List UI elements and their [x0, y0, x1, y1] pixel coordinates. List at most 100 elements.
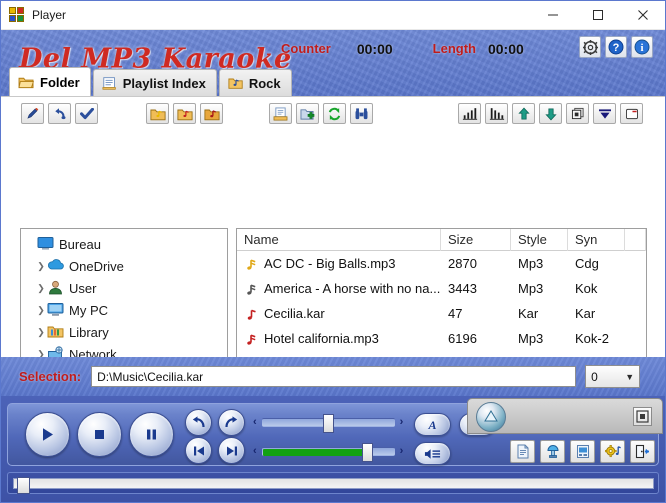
- duplicate-button[interactable]: [566, 103, 589, 124]
- user-icon: [47, 280, 65, 296]
- rewind-button[interactable]: [185, 409, 212, 436]
- file-name-cell: Hotel california.mp3: [237, 326, 441, 351]
- previous-track-button[interactable]: [185, 437, 212, 464]
- folder-music-2-button[interactable]: [173, 103, 196, 124]
- column-header-style[interactable]: Style: [511, 229, 568, 251]
- tree-node-onedrive[interactable]: ❯ OneDrive: [21, 255, 227, 277]
- file-name-cell: AC DC - Big Balls.mp3: [237, 251, 441, 276]
- move-down-button[interactable]: [539, 103, 562, 124]
- confirm-button[interactable]: [75, 103, 98, 124]
- file-end-cell: [625, 251, 646, 276]
- selection-input[interactable]: [91, 366, 577, 387]
- document-button[interactable]: [510, 440, 535, 463]
- tab-playlist-index[interactable]: Playlist Index: [92, 69, 217, 96]
- open-playlist-button[interactable]: [269, 103, 292, 124]
- visualizer-button[interactable]: [476, 402, 506, 432]
- play-button[interactable]: [25, 412, 70, 457]
- tree-node-my-pc[interactable]: ❯ My PC: [21, 299, 227, 321]
- table-row[interactable]: AC DC - Big Balls.mp3 2870 Mp3 Cdg: [237, 251, 646, 276]
- stop-icon: [95, 430, 104, 439]
- expand-arrow-icon[interactable]: ❯: [35, 305, 47, 316]
- sort-descending-button[interactable]: [485, 103, 508, 124]
- table-row[interactable]: America - A horse with no na... 3443 Mp3…: [237, 276, 646, 301]
- volume-slider[interactable]: [261, 442, 395, 462]
- balance-slider-thumb[interactable]: [322, 413, 334, 433]
- volume-slider-thumb[interactable]: [361, 442, 373, 462]
- tree-node-label: OneDrive: [69, 258, 124, 274]
- track-progress-thumb[interactable]: [17, 477, 30, 494]
- track-progress-slider[interactable]: [13, 477, 654, 494]
- tree-node-label: Library: [69, 324, 109, 340]
- folder-music-3-button[interactable]: [200, 103, 223, 124]
- column-header-syn[interactable]: Syn: [568, 229, 625, 251]
- next-track-button[interactable]: [218, 437, 245, 464]
- triangle-down-icon: [598, 108, 611, 119]
- add-to-playlist-button[interactable]: [296, 103, 319, 124]
- file-name-text: Hotel california.mp3: [264, 331, 379, 346]
- balance-right-icon[interactable]: ›: [400, 416, 404, 428]
- close-button[interactable]: [620, 1, 665, 30]
- balance-left-icon[interactable]: ‹: [253, 416, 257, 428]
- letter-a-icon: A: [427, 418, 436, 431]
- info-button[interactable]: i: [631, 36, 653, 58]
- options-button[interactable]: [600, 440, 625, 463]
- edit-path-button[interactable]: [21, 103, 44, 124]
- volume-down-icon[interactable]: ‹: [253, 445, 257, 457]
- help-button[interactable]: ?: [605, 36, 627, 58]
- column-header-name[interactable]: Name: [237, 229, 441, 251]
- stop-button[interactable]: [77, 412, 122, 457]
- column-header-empty[interactable]: [625, 229, 646, 251]
- search-button[interactable]: [350, 103, 373, 124]
- column-header-size[interactable]: Size: [441, 229, 511, 251]
- folder-music-1-button[interactable]: [146, 103, 169, 124]
- file-name-text: AC DC - Big Balls.mp3: [264, 256, 396, 271]
- info-icon: i: [634, 39, 650, 55]
- settings-button[interactable]: [579, 36, 601, 58]
- tree-node-library[interactable]: ❯ Library: [21, 321, 227, 343]
- volume-up-icon[interactable]: ›: [400, 445, 404, 457]
- tab-rock[interactable]: Rock: [218, 69, 292, 96]
- counter-label: Counter: [281, 41, 331, 56]
- exit-button[interactable]: [630, 440, 655, 463]
- minimize-button[interactable]: [530, 1, 575, 30]
- tree-node-bureau[interactable]: Bureau: [21, 233, 227, 255]
- length-value: 00:00: [487, 40, 524, 57]
- refresh-tree-button[interactable]: [48, 103, 71, 124]
- table-row[interactable]: Cecilia.kar 47 Kar Kar: [237, 301, 646, 326]
- balance-slider[interactable]: [261, 413, 395, 433]
- lyrics-font-button[interactable]: A: [414, 413, 451, 436]
- move-up-button[interactable]: [512, 103, 535, 124]
- expand-arrow-icon[interactable]: ❯: [35, 327, 47, 338]
- fast-forward-button[interactable]: [218, 409, 245, 436]
- lamp-button[interactable]: [540, 440, 565, 463]
- track-progress-bar[interactable]: [7, 472, 659, 494]
- audio-output-button[interactable]: [414, 442, 451, 465]
- tree-node-user[interactable]: ❯ User: [21, 277, 227, 299]
- music-note-icon: [244, 281, 260, 296]
- file-end-cell: [625, 301, 646, 326]
- curved-arrow-right-icon: [225, 416, 238, 428]
- maximize-button[interactable]: [575, 1, 620, 30]
- open-folder-icon: [18, 77, 34, 89]
- fullscreen-button[interactable]: [633, 407, 652, 426]
- arrow-up-icon: [517, 106, 530, 120]
- length-label: Length: [432, 41, 476, 56]
- file-size-cell: 3443: [448, 281, 477, 296]
- gears-note-icon: [604, 445, 621, 458]
- lamp-icon: [546, 445, 559, 458]
- svg-text:A: A: [427, 418, 436, 431]
- expand-arrow-icon[interactable]: ❯: [35, 261, 47, 272]
- reload-list-button[interactable]: [323, 103, 346, 124]
- volume-slider-row: ‹ ›: [253, 442, 408, 462]
- bars-down-icon: [489, 108, 504, 120]
- screen-button[interactable]: [570, 440, 595, 463]
- selection-index-dropdown[interactable]: 0 ▼: [585, 365, 641, 388]
- table-row[interactable]: Hotel california.mp3 6196 Mp3 Kok-2: [237, 326, 646, 351]
- pause-button[interactable]: [129, 412, 174, 457]
- expand-arrow-icon[interactable]: ❯: [35, 283, 47, 294]
- dropdown-button[interactable]: [593, 103, 616, 124]
- tab-folder[interactable]: Folder: [9, 67, 91, 96]
- remove-button[interactable]: [620, 103, 643, 124]
- file-name-cell: Cecilia.kar: [237, 301, 441, 326]
- sort-ascending-button[interactable]: [458, 103, 481, 124]
